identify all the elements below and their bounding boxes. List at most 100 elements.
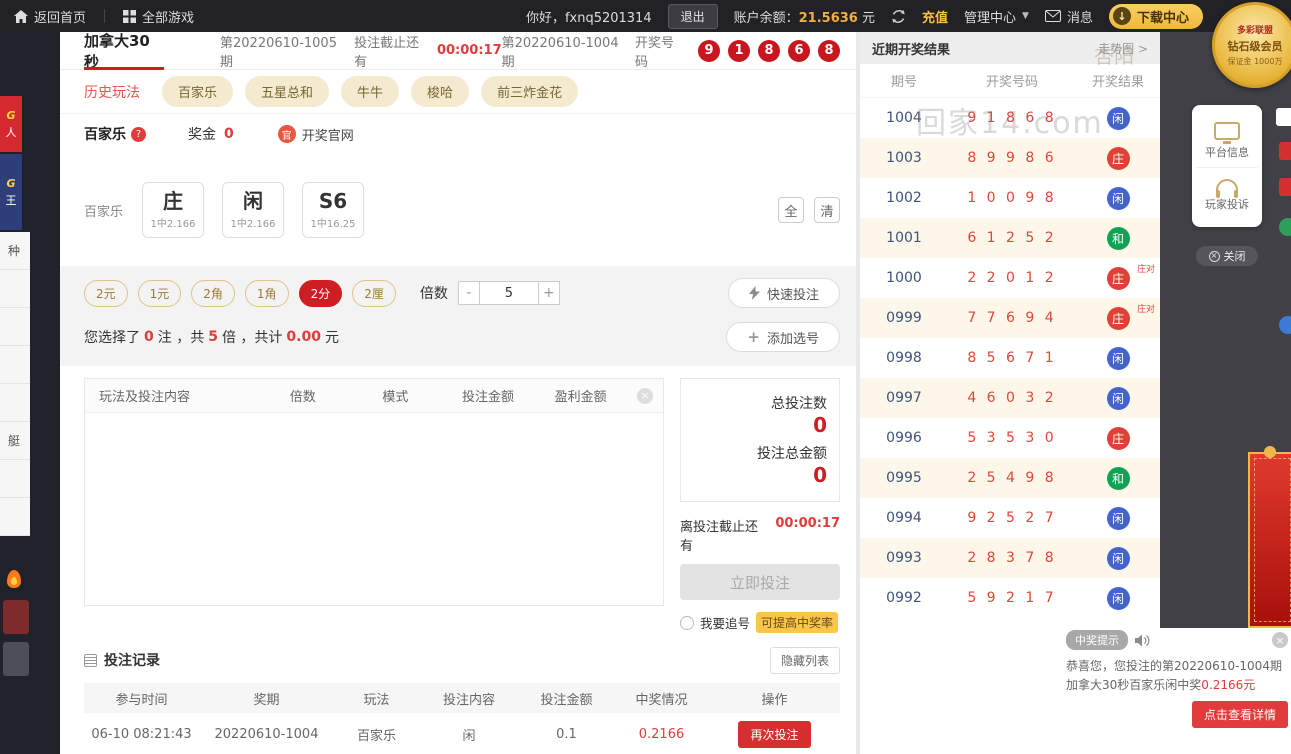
unit-2fen-active[interactable]: 2分 <box>298 279 343 307</box>
clear-button[interactable]: 清 <box>814 197 840 223</box>
left-menu-item[interactable] <box>0 346 30 384</box>
logout-button[interactable]: 退出 <box>667 3 718 29</box>
record-row: 06-10 08:21:43 20220610-1004 百家乐 闲 0.1 0… <box>84 713 840 754</box>
player-complaint-item[interactable]: 玩家投诉 <box>1196 167 1258 219</box>
promo-text: 人 <box>5 125 17 139</box>
bet-again-button[interactable]: 再次投注 <box>738 721 811 748</box>
result-number-ball: 8 <box>758 39 780 62</box>
close-icon: × <box>636 387 653 404</box>
edge-shortcut-logo[interactable] <box>1276 108 1291 126</box>
side-info-panel: 平台信息 玩家投诉 <box>1192 105 1262 227</box>
add-selection-label: 添加选号 <box>766 331 819 347</box>
total-amount-value: 0 <box>813 463 827 487</box>
unit-2li[interactable]: 2厘 <box>352 279 396 307</box>
tab-niuniu[interactable]: 牛牛 <box>341 76 400 107</box>
tab-five-star-sum[interactable]: 五星总和 <box>245 76 330 107</box>
result-row: 1000 2 2 0 1 2 庄 庄对 <box>860 258 1160 298</box>
result-row: 1004 9 1 8 6 8 闲 <box>860 98 1160 138</box>
quick-bet-button[interactable]: 快速投注 <box>727 278 840 308</box>
left-menu-item[interactable]: 种 <box>0 232 30 270</box>
side-thumbnail[interactable] <box>3 642 29 676</box>
add-selection-button[interactable]: + 添加选号 <box>726 322 840 352</box>
result-row: 0996 5 3 5 3 0 庄 <box>860 418 1160 458</box>
result-badge: 和 <box>1106 226 1130 250</box>
multiplier-label: 倍数 <box>419 286 448 302</box>
bet-now-button[interactable]: 立即投注 <box>680 564 840 600</box>
edge-shortcut-red-1[interactable] <box>1279 142 1291 160</box>
result-period: 0993 <box>886 550 922 566</box>
lightning-icon <box>748 286 760 300</box>
unit-1yuan[interactable]: 1元 <box>137 279 182 307</box>
left-menu-item[interactable] <box>0 270 30 308</box>
official-site-link[interactable]: 官 开奖官网 <box>277 125 354 144</box>
side-promo-banner-2[interactable]: G 王 <box>0 154 22 230</box>
platform-info-item[interactable]: 平台信息 <box>1196 115 1258 167</box>
refresh-balance-icon[interactable] <box>891 9 906 24</box>
balance-label: 账户余额： <box>733 10 799 26</box>
results-rows: 1004 9 1 8 6 8 闲 1003 8 9 9 8 6 庄 1002 1… <box>860 98 1160 618</box>
summary-text: 倍 ，共计 <box>221 330 283 346</box>
hide-list-button[interactable]: 隐藏列表 <box>769 646 840 674</box>
bet-option-player[interactable]: 闲 1中2.166 <box>222 182 284 238</box>
bet-option-banker[interactable]: 庄 1中2.166 <box>142 182 204 238</box>
result-row: 0999 7 7 6 9 4 庄 庄对 <box>860 298 1160 338</box>
result-numbers: 4 6 0 3 2 <box>967 390 1057 406</box>
result-badge: 庄 <box>1106 426 1130 450</box>
multiplier-plus-button[interactable]: + <box>537 281 560 305</box>
multiplier-input[interactable] <box>479 281 538 305</box>
left-menu-item[interactable] <box>0 460 30 498</box>
view-details-button[interactable]: 点击查看详情 <box>1191 701 1288 729</box>
multiplier-minus-button[interactable]: - <box>457 281 480 305</box>
tab-stud[interactable]: 梭哈 <box>411 76 470 107</box>
admin-center-menu[interactable]: 管理中心 ▼ <box>964 7 1029 26</box>
speaker-icon[interactable] <box>1135 634 1150 647</box>
chase-checkbox[interactable] <box>680 615 694 630</box>
result-numbers: 8 5 6 7 1 <box>967 350 1057 366</box>
left-menu-item[interactable]: 艇 <box>0 422 30 460</box>
quick-bet-label: 快速投注 <box>766 287 819 303</box>
result-period: 1004 <box>886 110 922 126</box>
side-promo-banner-1[interactable]: G 人 <box>0 96 22 152</box>
left-menu-item[interactable] <box>0 498 30 536</box>
edge-shortcut-blue[interactable] <box>1279 316 1291 334</box>
total-bets-label: 总投注数 <box>771 396 827 412</box>
left-menu-item[interactable] <box>0 384 30 422</box>
download-center-button[interactable]: ↓ 下载中心 <box>1108 3 1203 29</box>
result-period: 0999 <box>886 310 922 326</box>
messages-link[interactable]: 消息 <box>1044 7 1093 26</box>
unit-2yuan[interactable]: 2元 <box>84 279 128 307</box>
edge-shortcut-green[interactable] <box>1279 218 1291 236</box>
home-link[interactable]: 返回首页 <box>14 7 86 26</box>
recharge-link[interactable]: 充值 <box>922 7 948 26</box>
tab-history-plays[interactable]: 历史玩法 <box>84 82 140 102</box>
edge-shortcut-red-2[interactable] <box>1279 178 1291 196</box>
period-number: 第20220610-1005期 <box>220 35 337 70</box>
result-numbers: 6 1 2 5 2 <box>967 230 1057 246</box>
toast-close-button[interactable]: × <box>1272 632 1288 648</box>
record-time: 06-10 08:21:43 <box>91 727 192 742</box>
help-icon[interactable]: ? <box>131 126 146 142</box>
close-side-panel-button[interactable]: × 关闭 <box>1196 246 1258 266</box>
result-row: 1003 8 9 9 8 6 庄 <box>860 138 1160 178</box>
prize-value: 0 <box>224 126 234 142</box>
badge-line1: 多彩联盟 <box>1236 26 1273 36</box>
trend-chart-link[interactable]: 走势图 > <box>1098 40 1148 57</box>
records-title: 投注记录 <box>104 653 160 669</box>
left-menu-item[interactable] <box>0 308 30 346</box>
all-games-link[interactable]: 全部游戏 <box>123 7 194 26</box>
clear-slip-button[interactable]: × <box>627 387 663 404</box>
select-all-button[interactable]: 全 <box>778 197 804 223</box>
bet-option-s6[interactable]: S6 1中16.25 <box>302 182 364 238</box>
unit-1jiao[interactable]: 1角 <box>244 279 289 307</box>
result-number-ball: 9 <box>698 39 720 62</box>
rec-col-play: 玩法 <box>363 692 390 708</box>
total-bets-value: 0 <box>813 413 827 437</box>
side-thumbnail[interactable] <box>3 600 29 634</box>
promo-red-banner[interactable] <box>1248 446 1291 628</box>
close-label: 关闭 <box>1223 250 1246 263</box>
bet-option-odds: 1中16.25 <box>310 219 356 230</box>
left-menu-label: 种 <box>8 244 21 258</box>
unit-2jiao[interactable]: 2角 <box>191 279 235 307</box>
tab-front-three[interactable]: 前三炸金花 <box>481 76 579 107</box>
tab-baccarat[interactable]: 百家乐 <box>162 76 234 107</box>
